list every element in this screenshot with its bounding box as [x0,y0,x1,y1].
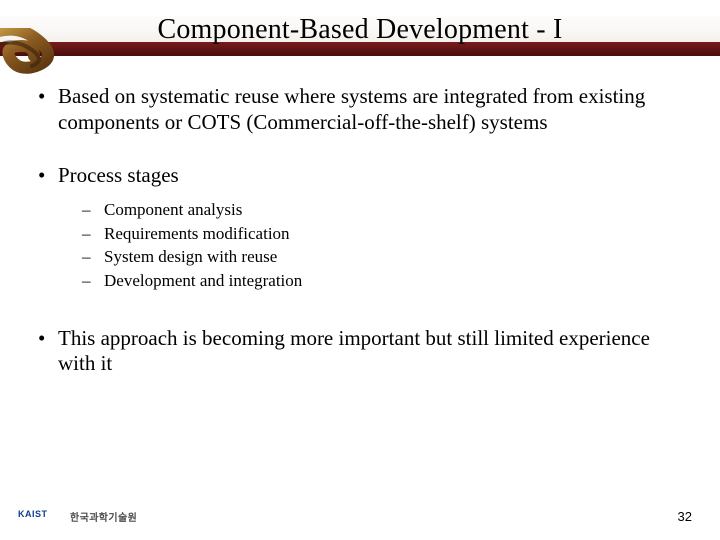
bullet-2: Process stages [34,163,674,189]
page-number: 32 [678,509,692,524]
process-stages-list: Component analysis Requirements modifica… [82,199,674,292]
footer-org-label: 한국과학기술원 [70,509,137,524]
list-item-label: System design with reuse [104,247,277,266]
list-item-label: Requirements modification [104,224,290,243]
bullet-1: Based on systematic reuse where systems … [34,84,674,135]
slide: Component-Based Development - I Based on… [0,0,720,540]
list-item-label: Component analysis [104,200,242,219]
bullet-1-text: Based on systematic reuse where systems … [58,84,645,134]
list-item: System design with reuse [82,246,674,268]
list-item: Requirements modification [82,223,674,245]
bullet-2-text: Process stages [58,163,179,187]
bullet-3-text: This approach is becoming more important… [58,326,650,376]
title-band: Component-Based Development - I [0,10,720,56]
kaist-logo-icon: KAIST [18,507,62,526]
body-content: Based on systematic reuse where systems … [34,84,674,405]
footer-logo: KAIST 한국과학기술원 [18,507,137,526]
page-title: Component-Based Development - I [0,14,720,46]
svg-text:KAIST: KAIST [18,509,48,519]
list-item-label: Development and integration [104,271,302,290]
list-item: Component analysis [82,199,674,221]
bullet-3: This approach is becoming more important… [34,326,674,377]
list-item: Development and integration [82,270,674,292]
